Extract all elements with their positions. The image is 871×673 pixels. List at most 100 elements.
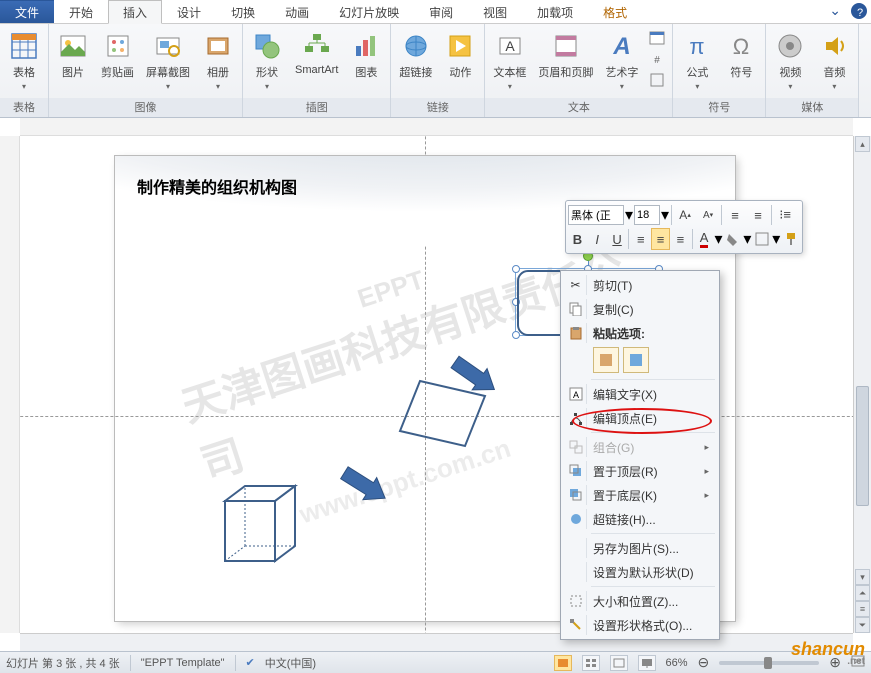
mini-toolbar[interactable]: ▾ ▾ A▴ A▾ ≡ ≡ ⁝≡ B I U ≡ ≡ ≡ A▾ ▾ ▾ xyxy=(565,200,803,254)
tab-slideshow[interactable]: 幻灯片放映 xyxy=(324,0,414,23)
menu-edit-points[interactable]: 编辑顶点(E) xyxy=(563,406,717,430)
hyperlink-icon xyxy=(400,30,432,62)
menu-send-back[interactable]: 置于底层(K)▸ xyxy=(563,483,717,507)
scrollbar-horizontal[interactable] xyxy=(20,633,853,651)
paste-option-2[interactable] xyxy=(623,347,649,373)
bullets-icon[interactable]: ⁝≡ xyxy=(774,204,796,226)
zoom-out-icon[interactable]: ⊖ xyxy=(698,654,710,671)
ruler-vertical xyxy=(0,136,20,633)
parallelogram-shape[interactable] xyxy=(395,376,490,451)
increase-indent-icon[interactable]: ≡ xyxy=(747,204,769,226)
nav-menu-icon[interactable]: ≡ xyxy=(855,601,870,617)
tab-view[interactable]: 视图 xyxy=(468,0,522,23)
cube-shape[interactable] xyxy=(220,481,310,566)
ribbon: 表格▾ 表格 图片 剪贴画 屏幕截图▾ 相册▾ 图像 形状▾ SmartArt … xyxy=(0,24,871,118)
language-indicator[interactable]: 中文(中国) xyxy=(265,655,316,671)
size-pos-icon xyxy=(565,591,587,611)
menu-size-pos[interactable]: 大小和位置(Z)... xyxy=(563,589,717,613)
group-text: A文本框▾ 页眉和页脚 A艺术字▾ # 文本 xyxy=(485,24,673,117)
action-button[interactable]: 动作 xyxy=(440,28,480,82)
tab-transition[interactable]: 切换 xyxy=(216,0,270,23)
group-links: 超链接 动作 链接 xyxy=(391,24,485,117)
font-color-icon[interactable]: A xyxy=(695,228,714,250)
menu-save-as-pic[interactable]: 另存为图片(S)... xyxy=(563,536,717,560)
audio-button[interactable]: 音频▾ xyxy=(814,28,854,93)
font-size-input[interactable] xyxy=(634,205,660,225)
album-button[interactable]: 相册▾ xyxy=(198,28,238,93)
picture-button[interactable]: 图片 xyxy=(53,28,93,82)
format-painter-icon[interactable] xyxy=(781,228,800,250)
italic-icon[interactable]: I xyxy=(588,228,607,250)
font-name-input[interactable] xyxy=(568,205,624,225)
align-right-icon[interactable]: ≡ xyxy=(671,228,690,250)
menu-cut[interactable]: ✂剪切(T) xyxy=(563,273,717,297)
help-icon[interactable]: ? xyxy=(851,3,867,19)
menu-edit-text[interactable]: A编辑文字(X) xyxy=(563,382,717,406)
align-center-icon[interactable]: ≡ xyxy=(651,228,670,250)
decrease-indent-icon[interactable]: ≡ xyxy=(724,204,746,226)
video-button[interactable]: 视频▾ xyxy=(770,28,810,93)
clipart-button[interactable]: 剪贴画 xyxy=(97,28,138,82)
scrollbar-vertical[interactable]: ▴ ▾ ⏶ ≡ ⏷ xyxy=(853,136,871,633)
tab-format[interactable]: 格式 xyxy=(588,0,642,23)
fill-color-icon[interactable] xyxy=(724,228,743,250)
smartart-button[interactable]: SmartArt xyxy=(291,28,342,78)
tab-insert[interactable]: 插入 xyxy=(108,0,162,24)
chart-button[interactable]: 图表 xyxy=(346,28,386,82)
tab-bar: 文件 开始 插入 设计 切换 动画 幻灯片放映 审阅 视图 加载项 格式 ⌄ ? xyxy=(0,0,871,24)
normal-view-icon[interactable] xyxy=(554,655,572,671)
size-dropdown-icon[interactable]: ▾ xyxy=(661,205,669,225)
wordart-button[interactable]: A艺术字▾ xyxy=(601,28,642,93)
menu-copy[interactable]: 复制(C) xyxy=(563,297,717,321)
slideshow-view-icon[interactable] xyxy=(638,655,656,671)
font-dropdown-icon[interactable]: ▾ xyxy=(625,205,633,225)
tab-home[interactable]: 开始 xyxy=(54,0,108,23)
screenshot-button[interactable]: 屏幕截图▾ xyxy=(142,28,194,93)
shapes-button[interactable]: 形状▾ xyxy=(247,28,287,93)
grow-font-icon[interactable]: A▴ xyxy=(674,204,696,226)
prev-slide-icon[interactable]: ⏶ xyxy=(855,585,870,601)
text-small-buttons: # xyxy=(646,28,668,90)
table-button[interactable]: 表格▾ xyxy=(4,28,44,93)
scroll-thumb[interactable] xyxy=(856,386,869,506)
cut-icon: ✂ xyxy=(565,275,587,295)
slide-number-icon[interactable]: # xyxy=(646,49,668,69)
date-time-icon[interactable] xyxy=(646,28,668,48)
menu-set-default[interactable]: 设置为默认形状(D) xyxy=(563,560,717,584)
symbol-button[interactable]: Ω符号 xyxy=(721,28,761,82)
paste-option-1[interactable] xyxy=(593,347,619,373)
headerfooter-button[interactable]: 页眉和页脚 xyxy=(534,28,597,82)
reading-view-icon[interactable] xyxy=(610,655,628,671)
menu-format-shape[interactable]: 设置形状格式(O)... xyxy=(563,613,717,637)
object-icon[interactable] xyxy=(646,70,668,90)
sorter-view-icon[interactable] xyxy=(582,655,600,671)
zoom-level[interactable]: 66% xyxy=(666,657,688,669)
arrow-shape-2[interactable] xyxy=(324,453,396,518)
tab-addins[interactable]: 加载项 xyxy=(522,0,588,23)
shrink-font-icon[interactable]: A▾ xyxy=(697,204,719,226)
shapes-icon xyxy=(251,30,283,62)
equation-button[interactable]: π公式▾ xyxy=(677,28,717,93)
template-name: "EPPT Template" xyxy=(141,657,225,669)
scroll-down-icon[interactable]: ▾ xyxy=(855,569,870,585)
group-illustrations: 形状▾ SmartArt 图表 插图 xyxy=(243,24,391,117)
textbox-button[interactable]: A文本框▾ xyxy=(489,28,530,93)
menu-hyperlink[interactable]: 超链接(H)... xyxy=(563,507,717,531)
scroll-up-icon[interactable]: ▴ xyxy=(855,136,870,152)
bold-icon[interactable]: B xyxy=(568,228,587,250)
outline-color-icon[interactable] xyxy=(752,228,771,250)
tab-animation[interactable]: 动画 xyxy=(270,0,324,23)
tab-review[interactable]: 审阅 xyxy=(414,0,468,23)
ruler-horizontal xyxy=(20,118,853,136)
next-slide-icon[interactable]: ⏷ xyxy=(855,617,870,633)
svg-text:Ω: Ω xyxy=(733,34,749,59)
align-left-icon[interactable]: ≡ xyxy=(631,228,650,250)
tab-file[interactable]: 文件 xyxy=(0,0,54,23)
zoom-thumb[interactable] xyxy=(764,657,772,669)
spell-check-icon[interactable]: ✔ xyxy=(246,656,255,669)
tab-design[interactable]: 设计 xyxy=(162,0,216,23)
hyperlink-button[interactable]: 超链接 xyxy=(395,28,436,82)
menu-bring-front[interactable]: 置于顶层(R)▸ xyxy=(563,459,717,483)
underline-icon[interactable]: U xyxy=(608,228,627,250)
minimize-ribbon-icon[interactable]: ⌄ xyxy=(823,0,847,23)
